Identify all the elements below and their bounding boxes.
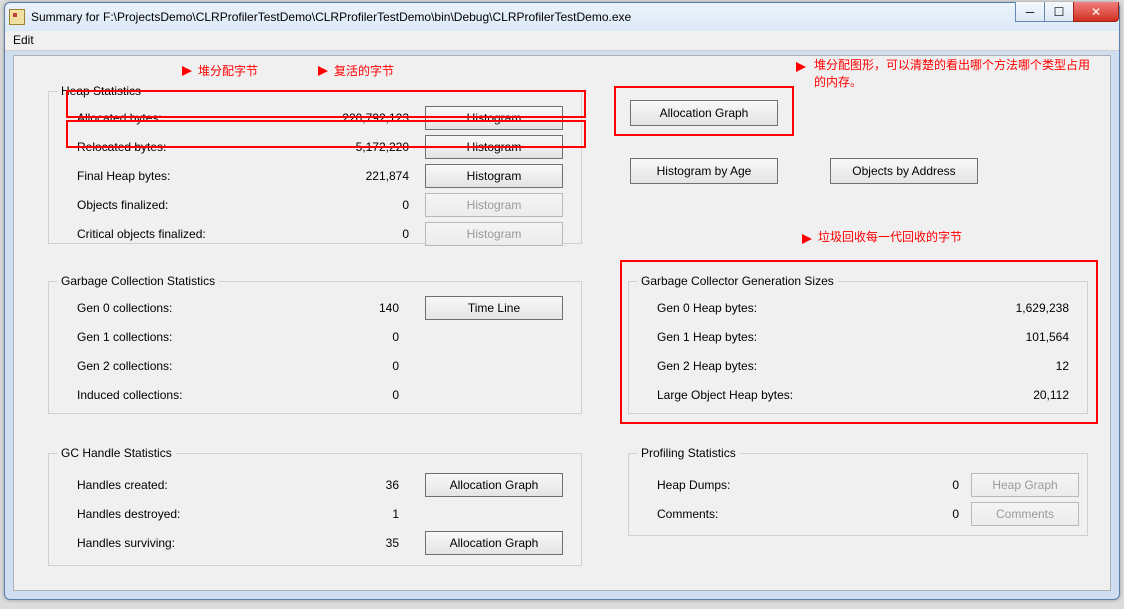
allocation-graph-button[interactable]: Allocation Graph xyxy=(630,100,778,126)
title-bar[interactable]: Summary for F:\ProjectsDemo\CLRProfilerT… xyxy=(5,3,1119,31)
heap-row-value: 0 xyxy=(299,227,409,241)
handle-row-value: 35 xyxy=(329,536,399,550)
arrow-icon xyxy=(796,62,806,72)
minimize-button[interactable]: ─ xyxy=(1015,2,1045,22)
heap-row-label: Objects finalized: xyxy=(77,198,168,212)
close-button[interactable]: ✕ xyxy=(1073,2,1119,22)
histogram-button: Histogram xyxy=(425,193,563,217)
heap-row-value: 5,172,220 xyxy=(299,140,409,154)
prof-row-value: 0 xyxy=(899,507,959,521)
heap-row-label: Critical objects finalized: xyxy=(77,227,206,241)
gen-row-value: 101,564 xyxy=(959,330,1069,344)
window-controls: ─ ☐ ✕ xyxy=(1016,2,1119,22)
handle-row-value: 1 xyxy=(329,507,399,521)
histogram-button[interactable]: Histogram xyxy=(425,164,563,188)
gc-legend: Garbage Collection Statistics xyxy=(57,274,219,288)
maximize-button[interactable]: ☐ xyxy=(1044,2,1074,22)
gc-row-label: Induced collections: xyxy=(77,388,182,402)
arrow-icon xyxy=(318,66,328,76)
annotation-alloc-bytes: 堆分配字节 xyxy=(198,62,258,79)
window-title: Summary for F:\ProjectsDemo\CLRProfilerT… xyxy=(31,10,631,24)
menu-edit[interactable]: Edit xyxy=(13,33,34,47)
prof-row-value: 0 xyxy=(899,478,959,492)
annotation-relocated-bytes: 复活的字节 xyxy=(334,62,394,79)
arrow-icon xyxy=(182,66,192,76)
handle-row-label: Handles destroyed: xyxy=(77,507,180,521)
gen-row-label: Large Object Heap bytes: xyxy=(657,388,793,402)
heap-row-label: Final Heap bytes: xyxy=(77,169,170,183)
gc-row-value: 0 xyxy=(329,359,399,373)
prof-legend: Profiling Statistics xyxy=(637,446,740,460)
heap-legend: Heap Statistics xyxy=(57,84,145,98)
handle-legend: GC Handle Statistics xyxy=(57,446,176,460)
heap-graph-button: Heap Graph xyxy=(971,473,1079,497)
histogram-button[interactable]: Histogram xyxy=(425,135,563,159)
gc-row-value: 140 xyxy=(329,301,399,315)
client-area: Heap Statistics Allocated bytes: 220,792… xyxy=(13,55,1111,591)
objects-by-address-button[interactable]: Objects by Address xyxy=(830,158,978,184)
gen-row-value: 20,112 xyxy=(959,388,1069,402)
annotation-gen-sizes: 垃圾回收每一代回收的字节 xyxy=(818,228,962,245)
comments-button: Comments xyxy=(971,502,1079,526)
heap-row-label: Relocated bytes: xyxy=(77,140,166,154)
allocation-graph-button[interactable]: Allocation Graph xyxy=(425,473,563,497)
group-heap-statistics: Heap Statistics Allocated bytes: 220,792… xyxy=(48,84,582,244)
gen-row-label: Gen 1 Heap bytes: xyxy=(657,330,757,344)
gc-row-label: Gen 1 collections: xyxy=(77,330,172,344)
arrow-icon xyxy=(802,234,812,244)
app-icon xyxy=(9,9,25,25)
group-gen-sizes: Garbage Collector Generation Sizes Gen 0… xyxy=(628,274,1088,414)
annotation-alloc-graph: 堆分配图形，可以清楚的看出哪个方法哪个类型占用的内存。 xyxy=(814,56,1094,90)
time-line-button[interactable]: Time Line xyxy=(425,296,563,320)
handle-row-label: Handles created: xyxy=(77,478,168,492)
group-gc-statistics: Garbage Collection Statistics Gen 0 coll… xyxy=(48,274,582,414)
gc-row-value: 0 xyxy=(329,388,399,402)
heap-row-label: Allocated bytes: xyxy=(77,111,162,125)
gen-legend: Garbage Collector Generation Sizes xyxy=(637,274,838,288)
histogram-button: Histogram xyxy=(425,222,563,246)
group-handle-statistics: GC Handle Statistics Handles created: 36… xyxy=(48,446,582,566)
heap-row-value: 220,792,123 xyxy=(299,111,409,125)
heap-row-value: 0 xyxy=(299,198,409,212)
group-profiling-statistics: Profiling Statistics Heap Dumps: 0 Heap … xyxy=(628,446,1088,536)
prof-row-label: Comments: xyxy=(657,507,718,521)
gc-row-label: Gen 2 collections: xyxy=(77,359,172,373)
handle-row-value: 36 xyxy=(329,478,399,492)
gc-row-value: 0 xyxy=(329,330,399,344)
gen-row-value: 1,629,238 xyxy=(959,301,1069,315)
allocation-graph-button[interactable]: Allocation Graph xyxy=(425,531,563,555)
handle-row-label: Handles surviving: xyxy=(77,536,175,550)
histogram-button[interactable]: Histogram xyxy=(425,106,563,130)
gen-row-label: Gen 2 Heap bytes: xyxy=(657,359,757,373)
histogram-by-age-button[interactable]: Histogram by Age xyxy=(630,158,778,184)
gc-row-label: Gen 0 collections: xyxy=(77,301,172,315)
gen-row-value: 12 xyxy=(959,359,1069,373)
prof-row-label: Heap Dumps: xyxy=(657,478,730,492)
window-frame: Summary for F:\ProjectsDemo\CLRProfilerT… xyxy=(4,2,1120,600)
menu-bar: Edit xyxy=(5,31,1119,51)
gen-row-label: Gen 0 Heap bytes: xyxy=(657,301,757,315)
heap-row-value: 221,874 xyxy=(299,169,409,183)
